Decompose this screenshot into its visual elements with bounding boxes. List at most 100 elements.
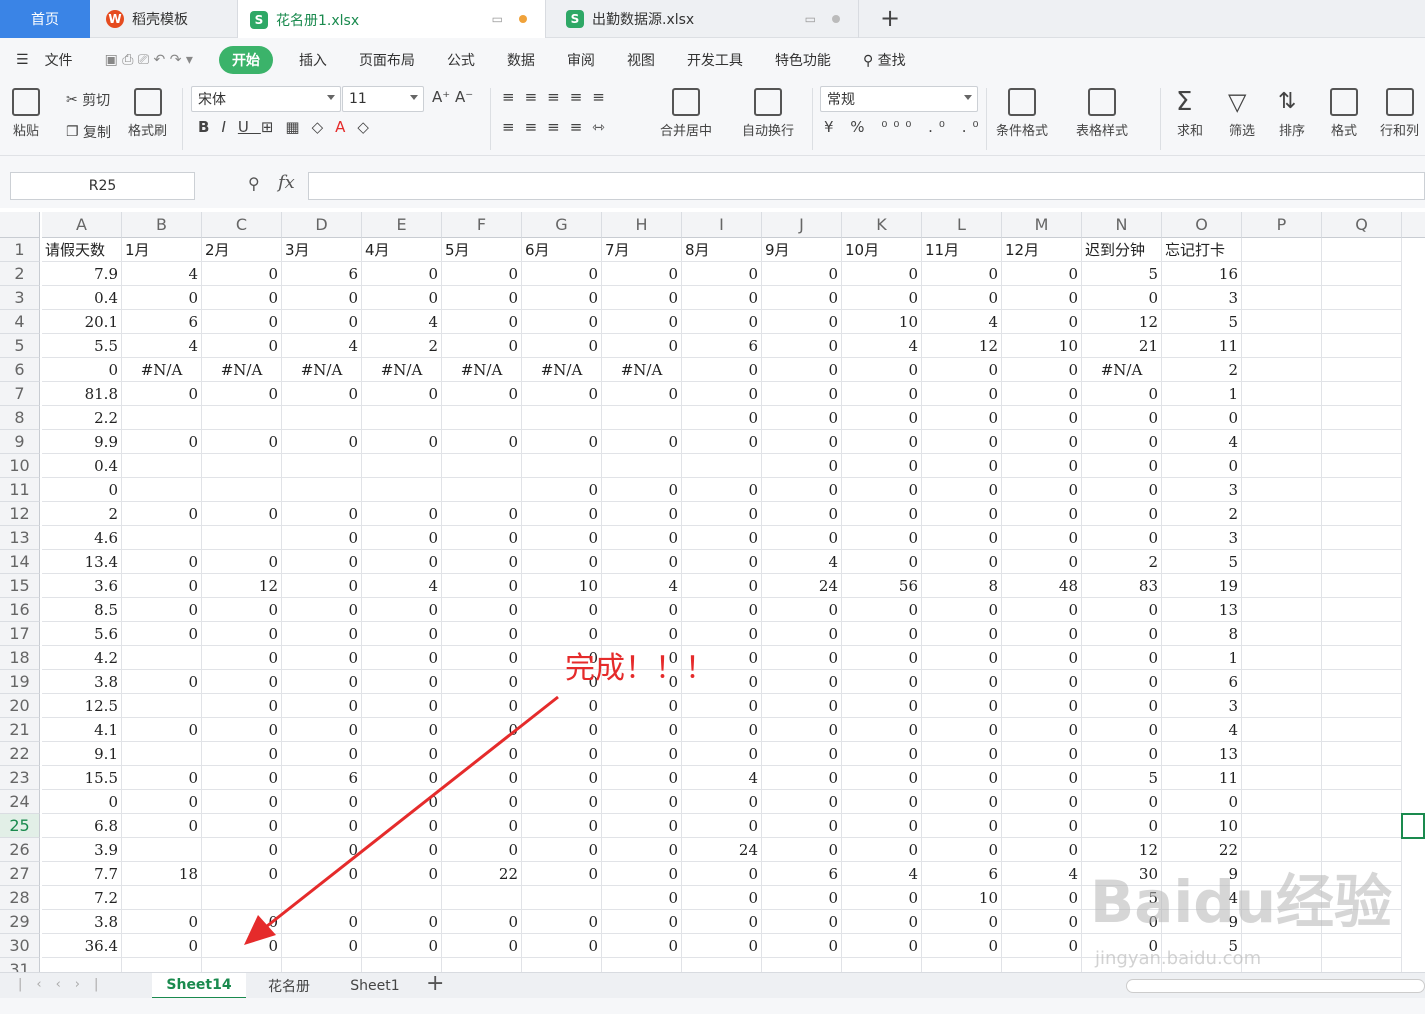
sheet-tab-bar: |‹‹›| Sheet14 花名册 Sheet1 +: [0, 971, 1425, 999]
arrow-head: [244, 915, 276, 945]
search-icon: ⚲: [862, 53, 874, 69]
rowcol-button[interactable]: 行和列: [1380, 88, 1419, 139]
ribbon: 粘贴 ✂ 剪切 ❐ 复制 格式刷 宋体 11 A⁺ A⁻ BIU⊞▦◇A◇ ≡≡…: [0, 82, 1425, 156]
conditional-format-button[interactable]: 条件格式: [996, 88, 1048, 139]
number-format-value: 常规: [827, 92, 855, 108]
cond-format-label: 条件格式: [996, 124, 1049, 139]
filter-label: 筛选: [1228, 124, 1255, 139]
watermark-url: jingyan.baidu.com: [1095, 948, 1262, 969]
formula-input[interactable]: [308, 172, 1425, 200]
tab-template[interactable]: W 稻壳模板: [90, 0, 238, 38]
wrap-label: 自动换行: [742, 124, 795, 139]
menu-developer[interactable]: 开发工具: [687, 50, 743, 70]
align-bottom-buttons[interactable]: ≡≡≡≡⇿: [502, 118, 615, 136]
rowcol-label: 行和列: [1380, 124, 1420, 139]
filter-icon: ▽: [1228, 88, 1247, 116]
tab-template-label: 稻壳模板: [132, 12, 188, 28]
brush-icon: [133, 88, 162, 116]
unsaved-dot: [519, 15, 527, 23]
menu-page-layout[interactable]: 页面布局: [359, 50, 415, 70]
name-box[interactable]: R25: [10, 172, 195, 200]
menu-search-label: 查找: [877, 53, 906, 69]
status-bar: [0, 998, 1425, 1014]
tab-bar: 首页 W 稻壳模板 S 花名册1.xlsx ▭ S 出勤数据源.xlsx ▭ +: [0, 0, 1425, 39]
menu-bar: ☰ 文件 ▣ ⎙ ⎚ ↶ ↷ ▾ 开始 插入 页面布局 公式 数据 审阅 视图 …: [0, 38, 1425, 82]
menu-icon[interactable]: ☰: [16, 52, 29, 68]
format-painter-button[interactable]: 格式刷: [128, 88, 167, 139]
menu-data[interactable]: 数据: [507, 50, 535, 70]
table-icon: [1008, 88, 1036, 116]
copy-label: 复制: [83, 125, 112, 141]
tab-file1-label: 花名册1.xlsx: [276, 12, 360, 29]
format-painter-label: 格式刷: [128, 124, 168, 139]
horizontal-scrollbar[interactable]: [1126, 979, 1425, 993]
font-select[interactable]: 宋体: [191, 86, 341, 112]
font-value: 宋体: [198, 92, 226, 108]
zoom-icon[interactable]: ⚲: [248, 174, 260, 193]
wps-icon: W: [106, 10, 124, 28]
filter-button[interactable]: ▽ 筛选: [1228, 88, 1256, 139]
sort-label: 排序: [1278, 124, 1305, 139]
add-sheet-button[interactable]: +: [426, 971, 444, 996]
arrow-line: [261, 695, 559, 932]
name-box-value: R25: [88, 178, 117, 194]
spreadsheet-icon: S: [250, 10, 268, 29]
fx-button[interactable]: fx: [278, 172, 295, 193]
tab-file2[interactable]: S 出勤数据源.xlsx ▭: [554, 0, 859, 38]
align-top-buttons[interactable]: ≡≡≡≡≡: [502, 88, 615, 106]
tab-home[interactable]: 首页: [0, 0, 90, 38]
monitor-icon[interactable]: ▭: [492, 12, 503, 26]
font-grow-icon[interactable]: A⁺ A⁻: [432, 88, 473, 106]
sum-button[interactable]: Σ 求和: [1176, 88, 1204, 139]
paste-label: 粘贴: [12, 124, 39, 139]
size-select[interactable]: 11: [342, 86, 424, 112]
sort-button[interactable]: ⇅ 排序: [1278, 88, 1306, 139]
clipboard-icon: [12, 88, 40, 116]
sheet-nav-arrows[interactable]: |‹‹›|: [18, 977, 112, 992]
menu-view[interactable]: 视图: [627, 50, 655, 70]
saved-dot: [832, 15, 840, 23]
spreadsheet-icon: S: [566, 10, 584, 28]
table-style-button[interactable]: 表格样式: [1076, 88, 1128, 139]
merge-label: 合并居中: [660, 124, 713, 139]
menu-review[interactable]: 审阅: [567, 50, 595, 70]
sheet-tab-sheet14[interactable]: Sheet14: [152, 973, 246, 999]
paste-button[interactable]: 粘贴: [12, 88, 40, 139]
tab-file2-label: 出勤数据源.xlsx: [592, 12, 695, 28]
menu-formula[interactable]: 公式: [447, 50, 475, 70]
menu-search[interactable]: ⚲ 查找: [863, 50, 906, 70]
sigma-icon: Σ: [1176, 87, 1193, 117]
size-value: 11: [349, 91, 367, 107]
format-button[interactable]: 格式: [1330, 88, 1358, 139]
wrap-icon: [754, 88, 782, 116]
tab-file1[interactable]: S 花名册1.xlsx ▭: [238, 0, 546, 39]
merge-button[interactable]: 合并居中: [660, 88, 712, 139]
monitor-icon[interactable]: ▭: [805, 12, 816, 26]
number-format-select[interactable]: 常规: [820, 86, 978, 112]
copy-icon: ❐: [66, 124, 84, 140]
cut-button[interactable]: ✂ 剪切: [66, 90, 110, 110]
number-buttons[interactable]: ¥ % ⁰⁰⁰ .⁰ .⁰: [824, 118, 984, 136]
format-icon: [1330, 88, 1358, 116]
rowcol-icon: [1385, 88, 1414, 116]
sheet-tab-roster[interactable]: 花名册: [246, 973, 332, 999]
table-style-label: 表格样式: [1076, 124, 1129, 139]
cut-label: 剪切: [82, 93, 111, 109]
menu-features[interactable]: 特色功能: [775, 50, 831, 70]
sum-label: 求和: [1176, 124, 1203, 139]
watermark-logo: Baidu经验: [1090, 868, 1393, 936]
wrap-button[interactable]: 自动换行: [742, 88, 794, 139]
scissors-icon: ✂: [66, 92, 83, 108]
new-tab-button[interactable]: +: [880, 4, 900, 32]
menu-insert[interactable]: 插入: [299, 50, 327, 70]
format-label: 格式: [1330, 124, 1357, 139]
font-style-buttons[interactable]: BIU⊞▦◇A◇: [198, 118, 381, 136]
formula-bar: R25 ⚲ fx: [0, 156, 1425, 208]
menu-home[interactable]: 开始: [218, 46, 273, 74]
quick-access-icons[interactable]: ▣ ⎙ ⎚ ↶ ↷ ▾: [105, 52, 193, 68]
sheet-tab-sheet1[interactable]: Sheet1: [332, 973, 418, 999]
menu-file[interactable]: 文件: [45, 50, 73, 70]
copy-button[interactable]: ❐ 复制: [66, 122, 111, 142]
merge-icon: [672, 88, 700, 116]
spreadsheet-grid[interactable]: A B C D E F G H I J K L M N O P Q 1 请假天数 1月 2月 3月 4月 5月 6月 7月 8月 9月…: [0, 212, 1425, 972]
